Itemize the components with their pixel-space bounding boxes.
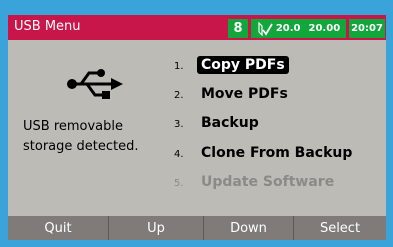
menu-item-number: 3. (174, 119, 184, 130)
menu-item-label: Copy PDFs (197, 56, 289, 74)
menu-item-label: Update Software (201, 174, 335, 190)
title-bar: USB Menu 8 20.0 20.00 20:07 (8, 15, 386, 40)
voltage-readout: 20.00 (308, 23, 341, 34)
message-line-2: storage detected. (23, 139, 139, 154)
probe-check-icon (258, 21, 273, 36)
lock-icon: 8 (233, 21, 243, 36)
device-screen: USB Menu 8 20.0 20.00 20:07 USB removabl… (8, 15, 386, 240)
menu-item-label: Move PDFs (201, 86, 288, 102)
menu-item-label: Clone From Backup (201, 145, 353, 161)
up-button[interactable]: Up (109, 216, 203, 240)
clock-time: 20:07 (351, 23, 383, 34)
menu-item-number: 4. (174, 149, 184, 160)
message-line-1: USB removable (23, 119, 124, 134)
lock-status: 8 (228, 19, 248, 38)
quit-button[interactable]: Quit (8, 216, 108, 240)
down-button[interactable]: Down (204, 216, 293, 240)
menu-item-number: 5. (174, 178, 184, 189)
usb-detected-message: USB removable storage detected. (23, 117, 183, 157)
menu-item-number: 1. (174, 61, 184, 72)
clock: 20:07 (349, 19, 385, 38)
usb-icon (67, 69, 123, 99)
softkey-bar: Quit Up Down Select (8, 216, 386, 240)
menu-item-number: 2. (174, 90, 184, 101)
temperature-readout: 20.0 (275, 23, 301, 34)
probe-status: 20.0 20.00 (251, 19, 346, 38)
page-title: USB Menu (14, 19, 81, 34)
menu-item-label: Backup (201, 115, 259, 131)
select-button[interactable]: Select (294, 216, 386, 240)
